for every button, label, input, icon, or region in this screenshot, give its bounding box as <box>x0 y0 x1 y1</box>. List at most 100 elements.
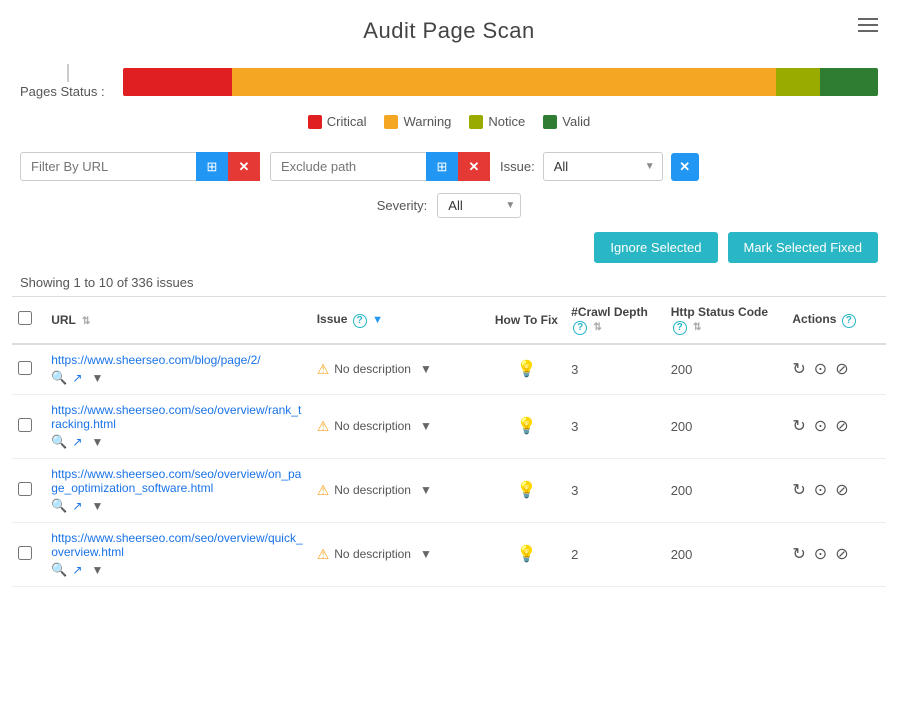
severity-select[interactable]: All Critical Warning Notice Valid <box>437 193 521 218</box>
row-checkbox[interactable] <box>18 418 32 432</box>
actions-content: ↻ ⊙ ⊘ <box>792 544 880 564</box>
row-checkbox-cell <box>12 344 45 395</box>
row-how-to-fix-cell: 💡 <box>488 458 565 522</box>
pages-status-label: Pages Status : <box>20 84 105 99</box>
url-dropdown-icon[interactable]: ▼ <box>91 563 103 577</box>
crawl-help-icon[interactable]: ? <box>573 321 587 335</box>
table-row: https://www.sheerseo.com/seo/overview/qu… <box>12 522 886 586</box>
check-circle-icon[interactable]: ⊙ <box>814 480 827 500</box>
url-dropdown-icon[interactable]: ▼ <box>91 371 103 385</box>
row-how-to-fix-cell: 💡 <box>488 344 565 395</box>
crawl-sort-icon[interactable]: ⇅ <box>593 322 601 333</box>
hamburger-menu[interactable] <box>858 18 878 32</box>
http-status-value: 200 <box>671 419 693 434</box>
actions-content: ↻ ⊙ ⊘ <box>792 416 880 436</box>
search-icon[interactable]: 🔍 <box>51 434 67 450</box>
url-filter-button[interactable]: ⊞ <box>196 152 228 181</box>
issue-content: ⚠ No description ▼ <box>317 418 482 435</box>
row-checkbox[interactable] <box>18 482 32 496</box>
select-all-checkbox[interactable] <box>18 311 32 325</box>
url-icons: 🔍 ↗ ▼ <box>51 434 305 450</box>
col-issue: Issue ? ▼ <box>311 297 488 344</box>
issue-dropdown-icon[interactable]: ▼ <box>420 419 432 433</box>
issue-select[interactable]: All Critical Warning Notice Valid <box>543 152 663 181</box>
close-icon: ✕ <box>469 159 480 175</box>
warning-icon: ⚠ <box>317 361 330 378</box>
ban-icon[interactable]: ⊘ <box>835 359 848 379</box>
http-status-value: 200 <box>671 483 693 498</box>
url-icons: 🔍 ↗ ▼ <box>51 498 305 514</box>
ban-icon[interactable]: ⊘ <box>835 544 848 564</box>
actions-content: ↻ ⊙ ⊘ <box>792 359 880 379</box>
ignore-selected-button[interactable]: Ignore Selected <box>594 232 717 263</box>
refresh-icon[interactable]: ↻ <box>792 416 805 436</box>
issue-clear-button[interactable]: ✕ <box>671 153 699 181</box>
actions-content: ↻ ⊙ ⊘ <box>792 480 880 500</box>
url-text: https://www.sheerseo.com/blog/page/2/ <box>51 353 305 367</box>
issue-filter-icon[interactable]: ▼ <box>372 314 383 326</box>
row-crawl-depth-cell: 3 <box>565 344 665 395</box>
severity-select-wrapper: All Critical Warning Notice Valid <box>437 193 521 218</box>
col-http-label: Http Status Code <box>671 305 768 319</box>
row-url-cell: https://www.sheerseo.com/seo/overview/ra… <box>45 394 311 458</box>
check-circle-icon[interactable]: ⊙ <box>814 544 827 564</box>
row-http-status-cell: 200 <box>665 522 787 586</box>
url-dropdown-icon[interactable]: ▼ <box>91 499 103 513</box>
refresh-icon[interactable]: ↻ <box>792 544 805 564</box>
refresh-icon[interactable]: ↻ <box>792 359 805 379</box>
url-filter-wrap: ⊞ ✕ <box>20 152 260 181</box>
row-http-status-cell: 200 <box>665 344 787 395</box>
external-link-icon[interactable]: ↗ <box>72 563 82 577</box>
status-bar <box>123 68 878 96</box>
url-text: https://www.sheerseo.com/seo/overview/qu… <box>51 531 305 559</box>
row-issue-cell: ⚠ No description ▼ <box>311 344 488 395</box>
check-circle-icon[interactable]: ⊙ <box>814 359 827 379</box>
ban-icon[interactable]: ⊘ <box>835 480 848 500</box>
url-text: https://www.sheerseo.com/seo/overview/ra… <box>51 403 305 431</box>
external-link-icon[interactable]: ↗ <box>72 435 82 449</box>
row-http-status-cell: 200 <box>665 394 787 458</box>
crawl-depth-value: 2 <box>571 547 578 562</box>
row-checkbox[interactable] <box>18 546 32 560</box>
http-sort-icon[interactable]: ⇅ <box>693 322 701 333</box>
mark-selected-fixed-button[interactable]: Mark Selected Fixed <box>728 232 879 263</box>
col-url-label: URL <box>51 313 75 327</box>
search-icon[interactable]: 🔍 <box>51 498 67 514</box>
close-icon: ✕ <box>239 159 250 175</box>
search-icon[interactable]: 🔍 <box>51 562 67 578</box>
row-url-cell: https://www.sheerseo.com/seo/overview/on… <box>45 458 311 522</box>
legend-warning-dot <box>384 115 398 129</box>
close-icon: ✕ <box>679 159 690 175</box>
external-link-icon[interactable]: ↗ <box>72 499 82 513</box>
crawl-depth-value: 3 <box>571 362 578 377</box>
issue-content: ⚠ No description ▼ <box>317 361 482 378</box>
actions-help-icon[interactable]: ? <box>842 314 856 328</box>
table-row: https://www.sheerseo.com/seo/overview/on… <box>12 458 886 522</box>
row-how-to-fix-cell: 💡 <box>488 522 565 586</box>
http-help-icon[interactable]: ? <box>673 321 687 335</box>
exclude-filter-button[interactable]: ⊞ <box>426 152 458 181</box>
ban-icon[interactable]: ⊘ <box>835 416 848 436</box>
legend-critical: Critical <box>308 114 367 129</box>
url-dropdown-icon[interactable]: ▼ <box>91 435 103 449</box>
issue-help-icon[interactable]: ? <box>353 314 367 328</box>
issue-dropdown-icon[interactable]: ▼ <box>420 483 432 497</box>
row-checkbox[interactable] <box>18 361 32 375</box>
row-crawl-depth-cell: 2 <box>565 522 665 586</box>
url-sort-icon[interactable]: ⇅ <box>82 316 90 327</box>
check-circle-icon[interactable]: ⊙ <box>814 416 827 436</box>
select-all-header <box>12 297 45 344</box>
issue-dropdown-icon[interactable]: ▼ <box>420 547 432 561</box>
search-icon[interactable]: 🔍 <box>51 370 67 386</box>
exclude-clear-button[interactable]: ✕ <box>458 152 490 181</box>
legend-notice-label: Notice <box>488 114 525 129</box>
refresh-icon[interactable]: ↻ <box>792 480 805 500</box>
external-link-icon[interactable]: ↗ <box>72 371 82 385</box>
issue-dropdown-icon[interactable]: ▼ <box>420 362 432 376</box>
status-notice-bar <box>776 68 820 96</box>
row-actions-cell: ↻ ⊙ ⊘ <box>786 458 886 522</box>
page-header: Audit Page Scan <box>0 0 898 54</box>
col-issue-label: Issue <box>317 312 348 326</box>
url-clear-button[interactable]: ✕ <box>228 152 260 181</box>
http-status-value: 200 <box>671 362 693 377</box>
